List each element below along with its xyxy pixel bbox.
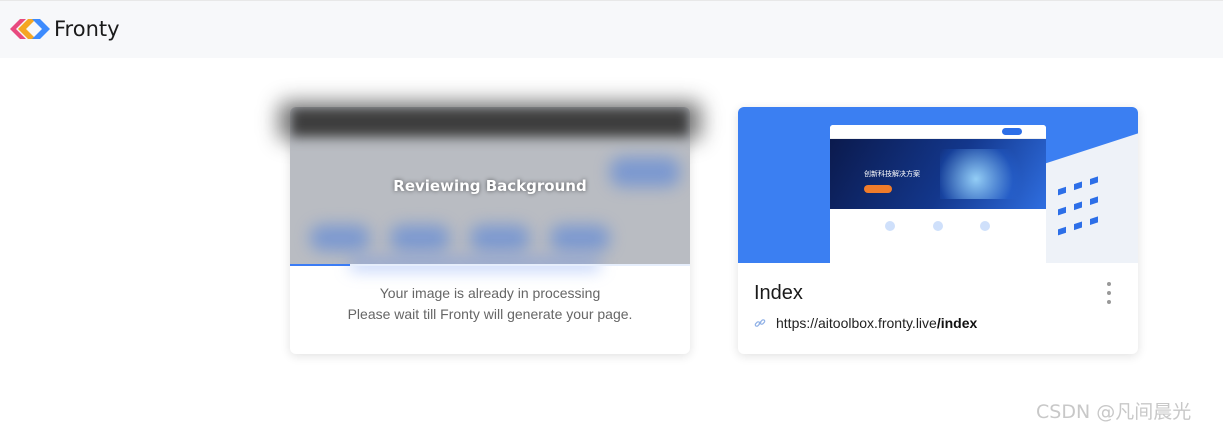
thumbnail-hero-text: 创新科技解决方案 bbox=[864, 171, 920, 178]
watermark: CSDN @凡间晨光 bbox=[1036, 401, 1192, 423]
url-path: /index bbox=[936, 315, 978, 331]
kebab-menu-icon[interactable] bbox=[1104, 282, 1114, 304]
blurred-preview: Reviewing Background bbox=[278, 101, 702, 264]
brand-logo[interactable]: Fronty bbox=[10, 17, 120, 41]
processing-message-2: Please wait till Fronty will generate yo… bbox=[347, 306, 633, 322]
project-url-link[interactable]: https://aitoolbox.fronty.live/index bbox=[754, 315, 977, 331]
project-title[interactable]: Index bbox=[754, 282, 803, 305]
processing-message-1: Your image is already in processing bbox=[379, 285, 601, 301]
url-prefix: https://aitoolbox.fronty.live bbox=[776, 315, 937, 331]
fronty-logo-icon bbox=[10, 19, 50, 39]
project-card[interactable]: 创新科技解决方案 Index https://aitoolbox.fronty.… bbox=[738, 107, 1138, 354]
reviewing-status: Reviewing Background bbox=[393, 177, 587, 195]
top-bar: Fronty bbox=[0, 0, 1223, 58]
project-thumbnail[interactable]: 创新科技解决方案 bbox=[738, 107, 1138, 263]
brand-name: Fronty bbox=[54, 17, 120, 41]
processing-progress bbox=[290, 264, 690, 266]
link-icon bbox=[754, 319, 766, 327]
processing-progress-fill bbox=[290, 264, 350, 266]
thumbnail-screen: 创新科技解决方案 bbox=[830, 125, 1046, 263]
processing-card: Reviewing Background Your image is alrea… bbox=[278, 101, 702, 354]
